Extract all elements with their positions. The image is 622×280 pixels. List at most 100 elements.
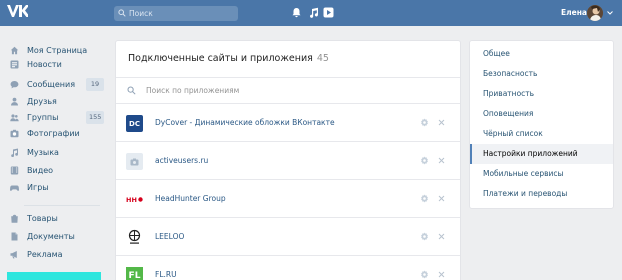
settings-nav-label: Платежи и переводы bbox=[483, 189, 568, 198]
photos-icon bbox=[10, 129, 19, 138]
user-name[interactable]: Елена bbox=[561, 8, 587, 18]
avatar-photo-icon bbox=[587, 5, 603, 21]
settings-nav-label: Мобильные сервисы bbox=[483, 169, 564, 178]
sidebar-item-label: Реклама bbox=[27, 250, 63, 259]
fl-logo-icon: FL bbox=[126, 267, 143, 280]
sidebar-item-goods[interactable]: Товары bbox=[6, 212, 106, 225]
settings-nav-label: Приватность bbox=[483, 89, 535, 98]
sidebar-item-friends[interactable]: Друзья bbox=[6, 95, 106, 108]
close-icon[interactable] bbox=[438, 233, 445, 240]
settings-nav-security[interactable]: Безопасность bbox=[470, 64, 613, 84]
video-icon bbox=[10, 166, 19, 175]
music-icon[interactable] bbox=[308, 7, 319, 18]
search-icon bbox=[127, 86, 136, 95]
close-icon[interactable] bbox=[438, 119, 445, 126]
app-row[interactable]: HH HeadHunter Group bbox=[116, 180, 460, 218]
sidebar-item-label: Музыка bbox=[27, 148, 59, 157]
page-title: Подключенные сайты и приложения 45 bbox=[128, 53, 329, 65]
sidebar-item-groups[interactable]: Группы 155 bbox=[6, 111, 106, 124]
settings-nav-label: Общее bbox=[483, 49, 510, 58]
sidebar-item-label: Документы bbox=[27, 232, 75, 241]
sidebar-item-label: Сообщения bbox=[27, 80, 76, 89]
top-header: Поиск Елена bbox=[0, 0, 622, 26]
app-row[interactable]: FL FL.RU bbox=[116, 256, 460, 280]
page-title-text: Подключенные сайты и приложения bbox=[128, 53, 313, 64]
settings-nav: Общее Безопасность Приватность Оповещени… bbox=[469, 40, 614, 209]
close-icon[interactable] bbox=[438, 157, 445, 164]
sidebar-item-ads[interactable]: Реклама bbox=[6, 248, 106, 261]
vk-logo[interactable] bbox=[6, 4, 30, 22]
settings-nav-notifications[interactable]: Оповещения bbox=[470, 104, 613, 124]
dycover-app-icon: DC bbox=[126, 115, 143, 132]
app-row[interactable]: activeusers.ru bbox=[116, 142, 460, 180]
sidebar-item-label: Игры bbox=[27, 183, 49, 192]
camera-placeholder-icon bbox=[126, 153, 143, 170]
search-placeholder: Поиск bbox=[129, 9, 153, 18]
camera-icon bbox=[130, 158, 139, 165]
app-icon-text: HH bbox=[126, 195, 137, 204]
gear-icon[interactable] bbox=[420, 270, 429, 279]
app-name[interactable]: LEELOO bbox=[155, 231, 184, 243]
sidebar-item-label: Группы bbox=[27, 113, 59, 122]
leeloo-emblem-icon bbox=[128, 229, 141, 244]
settings-nav-blacklist[interactable]: Чёрный список bbox=[470, 124, 613, 144]
sidebar-item-messages[interactable]: Сообщения 19 bbox=[6, 78, 106, 91]
groups-count-badge: 155 bbox=[86, 111, 105, 124]
games-icon bbox=[10, 185, 19, 191]
sidebar-item-documents[interactable]: Документы bbox=[6, 230, 106, 243]
app-name[interactable]: HeadHunter Group bbox=[155, 193, 226, 205]
sidebar-item-games[interactable]: Игры bbox=[6, 181, 106, 194]
gear-icon[interactable] bbox=[420, 232, 429, 241]
ads-icon bbox=[10, 251, 17, 259]
apps-search-input[interactable]: Поиск по приложениям bbox=[116, 78, 460, 104]
settings-nav-label: Настройки приложений bbox=[483, 149, 578, 158]
settings-nav-privacy[interactable]: Приватность bbox=[470, 84, 613, 104]
sidebar-item-label: Видео bbox=[27, 166, 54, 175]
settings-nav-app-settings[interactable]: Настройки приложений bbox=[470, 144, 613, 164]
app-name[interactable]: activeusers.ru bbox=[155, 155, 208, 167]
ad-banner[interactable] bbox=[7, 272, 101, 280]
settings-nav-label: Безопасность bbox=[483, 69, 538, 78]
home-icon bbox=[10, 46, 19, 55]
sidebar-item-video[interactable]: Видео bbox=[6, 164, 106, 177]
settings-nav-label: Чёрный список bbox=[483, 129, 543, 138]
settings-nav-general[interactable]: Общее bbox=[470, 44, 613, 64]
app-icon-text: FL bbox=[128, 270, 141, 280]
music-icon bbox=[11, 148, 19, 157]
headhunter-dot-icon bbox=[138, 197, 143, 202]
apps-count: 45 bbox=[316, 53, 329, 64]
play-icon[interactable] bbox=[323, 7, 334, 18]
settings-nav-label: Оповещения bbox=[483, 109, 534, 118]
sidebar-item-photos[interactable]: Фотографии bbox=[6, 127, 106, 140]
messages-count-badge: 19 bbox=[86, 78, 104, 91]
close-icon[interactable] bbox=[438, 195, 445, 202]
chevron-down-icon[interactable] bbox=[606, 9, 614, 17]
avatar[interactable] bbox=[587, 5, 603, 21]
sidebar-item-label: Моя Страница bbox=[27, 46, 88, 55]
sidebar-item-news[interactable]: Новости bbox=[6, 58, 106, 71]
header-search-input[interactable]: Поиск bbox=[114, 6, 238, 21]
app-name[interactable]: FL.RU bbox=[155, 269, 177, 280]
gear-icon[interactable] bbox=[420, 156, 429, 165]
apps-search-placeholder: Поиск по приложениям bbox=[146, 86, 240, 95]
sidebar-item-my-page[interactable]: Моя Страница bbox=[6, 44, 106, 57]
connected-apps-card: Подключенные сайты и приложения 45 Поиск … bbox=[115, 40, 461, 280]
search-icon bbox=[118, 9, 126, 17]
gear-icon[interactable] bbox=[420, 194, 429, 203]
settings-nav-payments[interactable]: Платежи и переводы bbox=[470, 184, 613, 204]
sidebar-item-music[interactable]: Музыка bbox=[6, 146, 106, 159]
headhunter-logo-icon: HH bbox=[126, 191, 143, 208]
friends-icon bbox=[11, 97, 18, 106]
bell-icon[interactable] bbox=[291, 7, 302, 18]
sidebar-item-label: Товары bbox=[27, 214, 58, 223]
app-icon-text: DC bbox=[129, 119, 140, 128]
app-row[interactable]: LEELOO bbox=[116, 218, 460, 256]
app-name[interactable]: DyCover - Динамические обложки ВКонтакте bbox=[155, 117, 335, 129]
settings-nav-mobile[interactable]: Мобильные сервисы bbox=[470, 164, 613, 184]
app-row[interactable]: DC DyCover - Динамические обложки ВКонта… bbox=[116, 104, 460, 142]
gear-icon[interactable] bbox=[420, 118, 429, 127]
groups-icon bbox=[10, 114, 19, 122]
vk-logo-icon bbox=[7, 5, 30, 17]
close-icon[interactable] bbox=[438, 271, 445, 278]
sidebar-item-label: Друзья bbox=[27, 97, 57, 106]
